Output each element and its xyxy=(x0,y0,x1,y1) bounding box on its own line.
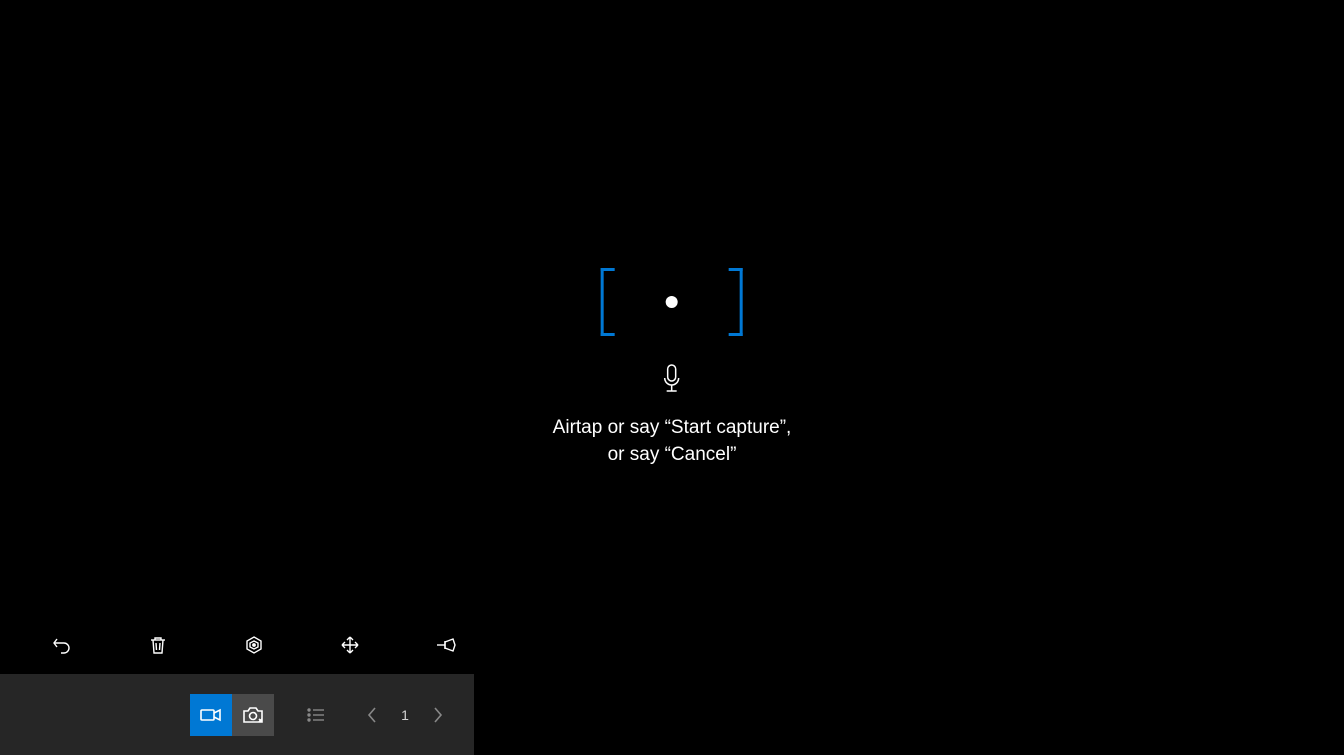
camera-icon xyxy=(242,706,264,724)
bottom-bar: 1 xyxy=(0,674,474,755)
video-mode-button[interactable] xyxy=(190,694,232,736)
move-button[interactable] xyxy=(336,631,364,659)
chevron-left-icon xyxy=(366,706,378,724)
instruction-line1: Airtap or say “Start capture”, xyxy=(553,415,792,442)
pin-icon xyxy=(435,636,457,654)
target-icon xyxy=(244,635,264,655)
action-toolbar xyxy=(48,631,460,659)
capture-center: Airtap or say “Start capture”, or say “C… xyxy=(553,304,792,468)
undo-button[interactable] xyxy=(48,631,76,659)
instruction-line2: or say “Cancel” xyxy=(553,442,792,469)
move-arrows-icon xyxy=(340,635,360,655)
photo-mode-button[interactable] xyxy=(232,694,274,736)
pagination: 1 xyxy=(358,701,452,729)
page-number: 1 xyxy=(398,707,412,723)
cursor-dot-icon xyxy=(666,296,678,308)
microphone-icon xyxy=(662,364,682,399)
target-button[interactable] xyxy=(240,631,268,659)
list-icon xyxy=(306,707,326,723)
viewfinder-brackets xyxy=(601,268,743,336)
trash-icon xyxy=(148,635,168,655)
pin-button[interactable] xyxy=(432,631,460,659)
chevron-right-icon xyxy=(432,706,444,724)
list-button[interactable] xyxy=(302,701,330,729)
prev-page-button[interactable] xyxy=(358,701,386,729)
instruction-text: Airtap or say “Start capture”, or say “C… xyxy=(553,415,792,468)
delete-button[interactable] xyxy=(144,631,172,659)
bracket-right-icon xyxy=(729,268,743,336)
bracket-left-icon xyxy=(601,268,615,336)
next-page-button[interactable] xyxy=(424,701,452,729)
undo-icon xyxy=(52,635,72,655)
video-camera-icon xyxy=(200,707,222,723)
